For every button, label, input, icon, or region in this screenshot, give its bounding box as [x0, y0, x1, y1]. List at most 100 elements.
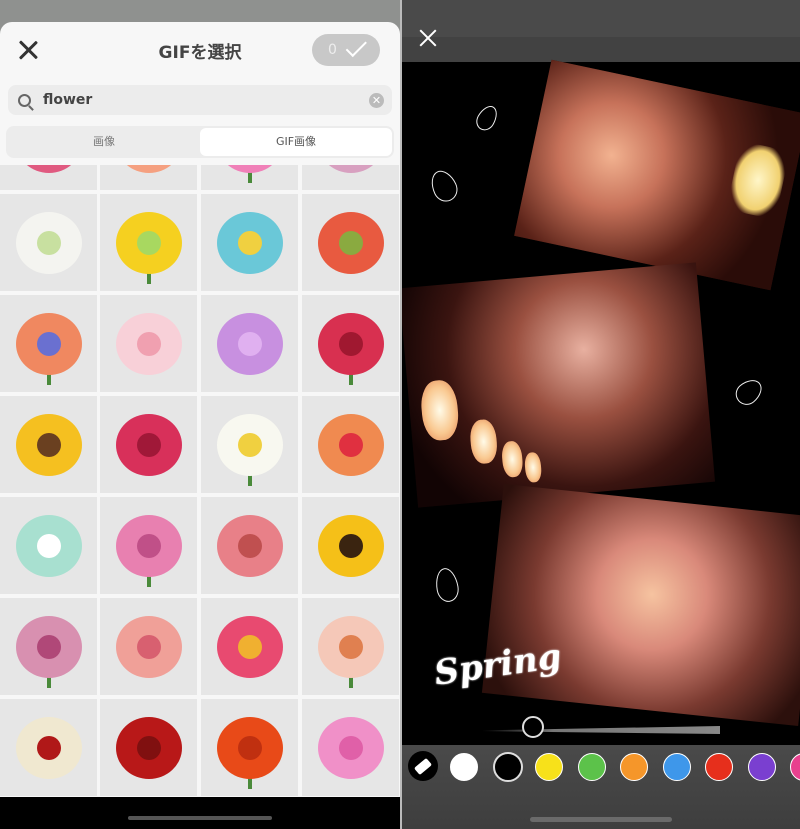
sticker-cell[interactable]	[100, 699, 197, 796]
flower-petals	[317, 165, 384, 173]
editor-toolbar	[402, 37, 800, 62]
flower-center	[237, 735, 262, 760]
sticker-cell[interactable]	[100, 497, 197, 594]
petal-doodle	[731, 374, 767, 410]
color-palette	[402, 745, 800, 829]
brush-size-slider[interactable]	[482, 716, 720, 738]
selected-count: 0	[328, 42, 337, 58]
flower-center	[36, 634, 61, 659]
gif-picker-sheet: GIFを選択 0 ✕ 画像 GIF画像	[0, 22, 400, 829]
flower-center	[36, 230, 61, 255]
flower-center	[338, 533, 363, 558]
flower-center	[338, 634, 363, 659]
tab-gif-images[interactable]: GIF画像	[200, 128, 392, 156]
petal-doodle	[472, 102, 502, 134]
flower-center	[237, 230, 262, 255]
sticker-cell[interactable]	[100, 598, 197, 695]
color-swatch[interactable]	[662, 753, 691, 781]
sticker-cell[interactable]	[0, 497, 97, 594]
color-swatch[interactable]	[705, 753, 733, 781]
lantern	[523, 451, 543, 484]
color-swatch[interactable]	[492, 752, 523, 782]
sticker-cell[interactable]	[201, 699, 298, 796]
flower-center	[338, 331, 363, 356]
sticker-cell[interactable]	[100, 396, 197, 493]
flower-center	[237, 533, 262, 558]
color-swatch[interactable]	[747, 753, 776, 781]
sticker-cell[interactable]	[302, 396, 399, 493]
draw-editor-screen: Spring	[402, 0, 800, 829]
sticker-cell[interactable]	[100, 165, 197, 190]
slider-knob[interactable]	[521, 716, 544, 738]
home-indicator[interactable]	[530, 817, 672, 822]
gif-picker-screen: GIFを選択 0 ✕ 画像 GIF画像	[0, 0, 400, 829]
sticker-cell[interactable]	[302, 598, 399, 695]
eraser-icon[interactable]	[408, 751, 438, 781]
flower-center	[136, 331, 161, 356]
sticker-cell[interactable]	[0, 165, 97, 190]
petal-doodle	[426, 166, 462, 206]
status-bar	[402, 0, 800, 37]
sticker-cell[interactable]	[201, 396, 298, 493]
lantern	[468, 418, 499, 465]
sticker-cell[interactable]	[302, 295, 399, 392]
search-bar: ✕	[8, 85, 392, 115]
sticker-cell[interactable]	[0, 396, 97, 493]
flower-center	[237, 331, 262, 356]
flower-center	[136, 735, 161, 760]
search-icon	[18, 93, 31, 107]
sticker-cell[interactable]	[201, 194, 298, 291]
flower-center	[136, 432, 161, 457]
color-swatch[interactable]	[577, 753, 606, 781]
flower-center	[36, 432, 61, 457]
flower-center	[36, 735, 61, 760]
navigation-bar	[0, 797, 400, 829]
flower-center	[237, 432, 262, 457]
slider-track	[482, 726, 720, 734]
sticker-grid[interactable]	[0, 165, 400, 797]
collage-photo-cherry-blossoms[interactable]	[514, 59, 800, 291]
color-swatch[interactable]	[450, 753, 478, 781]
sticker-cell[interactable]	[302, 497, 399, 594]
flower-center	[136, 230, 161, 255]
flower-center	[36, 331, 61, 356]
sticker-cell[interactable]	[0, 194, 97, 291]
home-indicator[interactable]	[128, 816, 272, 820]
sticker-cell[interactable]	[302, 165, 399, 190]
sticker-cell[interactable]	[100, 295, 197, 392]
sticker-cell[interactable]	[201, 165, 298, 190]
sticker-cell[interactable]	[0, 295, 97, 392]
flower-petals	[115, 165, 182, 173]
sticker-cell[interactable]	[0, 699, 97, 796]
check-icon	[345, 35, 367, 58]
sticker-cell[interactable]	[201, 497, 298, 594]
clear-search-icon[interactable]: ✕	[369, 93, 384, 108]
search-input[interactable]	[43, 92, 343, 108]
sticker-cell[interactable]	[100, 194, 197, 291]
flower-center	[36, 533, 61, 558]
flower-center	[338, 432, 363, 457]
lantern	[500, 440, 524, 478]
flower-center	[338, 230, 363, 255]
flower-center	[237, 634, 262, 659]
tab-images[interactable]: 画像	[8, 128, 200, 156]
flower-petals	[15, 165, 82, 173]
sticker-cell[interactable]	[201, 295, 298, 392]
collage-photo-blossoms-closeup[interactable]	[481, 483, 800, 727]
close-icon[interactable]	[418, 28, 438, 48]
petal-doodle	[433, 566, 461, 604]
collage-photo-lanterns[interactable]	[402, 262, 716, 508]
lantern	[419, 378, 461, 442]
color-swatch[interactable]	[790, 753, 800, 781]
color-swatch[interactable]	[620, 753, 648, 781]
sticker-cell[interactable]	[302, 699, 399, 796]
flower-center	[136, 533, 161, 558]
media-type-tabs: 画像 GIF画像	[6, 126, 394, 158]
sticker-cell[interactable]	[201, 598, 298, 695]
flower-center	[338, 735, 363, 760]
sticker-cell[interactable]	[302, 194, 399, 291]
confirm-button[interactable]: 0	[312, 34, 380, 66]
sticker-cell[interactable]	[0, 598, 97, 695]
flower-petals	[216, 165, 283, 173]
color-swatch[interactable]	[535, 753, 563, 781]
